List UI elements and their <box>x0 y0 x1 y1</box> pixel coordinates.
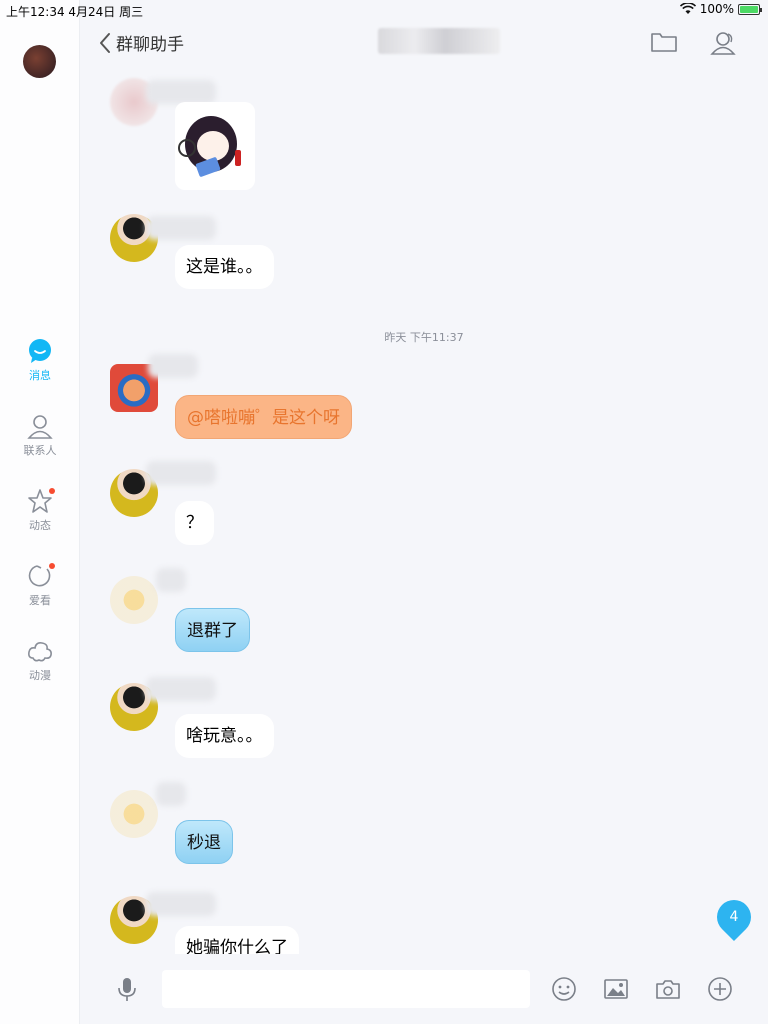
nav-rail: 消息 联系人 动态 爱看 动漫 <box>0 0 80 1024</box>
message-icon <box>27 338 53 364</box>
sender-name-redacted <box>146 80 216 104</box>
folder-button[interactable] <box>650 30 678 56</box>
sender-name-redacted <box>148 354 198 378</box>
unread-count-badge[interactable]: 4 <box>709 892 759 942</box>
sender-name-redacted <box>146 461 216 485</box>
plus-circle-icon <box>708 977 732 1001</box>
avatar[interactable] <box>110 790 158 838</box>
sticker-image[interactable] <box>175 102 255 190</box>
group-icon <box>710 32 736 55</box>
avatar[interactable] <box>110 576 158 624</box>
unread-count: 4 <box>729 909 739 925</box>
message-bubble[interactable]: 这是谁。。 <box>175 245 274 289</box>
message-bubble[interactable]: 秒退 <box>175 820 233 864</box>
notification-dot <box>49 488 55 494</box>
nav-item-label: 联系人 <box>23 444 57 457</box>
message-timestamp: 昨天 下午11:37 <box>384 331 464 344</box>
cloud-icon <box>27 638 53 664</box>
message-bubble[interactable]: 退群了 <box>175 608 250 652</box>
emoji-icon <box>552 977 576 1001</box>
user-avatar[interactable] <box>23 45 56 78</box>
chevron-left-icon <box>100 32 110 53</box>
nav-item-label: 消息 <box>29 369 51 382</box>
nav-item-watch[interactable]: 爱看 <box>0 563 80 608</box>
contact-icon <box>27 413 53 439</box>
battery-icon <box>738 3 762 15</box>
sender-name-redacted <box>156 568 186 592</box>
back-button[interactable]: 群聊助手 <box>98 30 184 55</box>
nav-item-label: 动态 <box>29 519 51 532</box>
camera-icon <box>656 980 680 999</box>
message-bubble[interactable]: 她骗你什么了 <box>175 926 299 954</box>
chat-header: 群聊助手 <box>80 20 768 64</box>
nav-item-contacts[interactable]: 联系人 <box>0 413 80 458</box>
image-button[interactable] <box>603 976 629 1002</box>
nav-item-label: 动漫 <box>29 669 51 682</box>
microphone-icon <box>118 978 136 1001</box>
image-icon <box>604 979 628 999</box>
back-label: 群聊助手 <box>116 35 184 55</box>
input-bar <box>80 954 768 1024</box>
nav-item-anime[interactable]: 动漫 <box>0 638 80 683</box>
status-bar: 上午12:34 4月24日 周三 100% <box>0 0 768 20</box>
nav-item-label: 爱看 <box>29 594 51 607</box>
star-icon <box>27 488 55 514</box>
status-time: 上午12:34 4月24日 周三 <box>6 5 144 19</box>
notification-dot <box>49 563 55 569</box>
voice-button[interactable] <box>114 976 140 1002</box>
sender-name-redacted <box>156 782 186 806</box>
nav-item-messages[interactable]: 消息 <box>0 338 80 383</box>
watch-icon <box>27 563 55 589</box>
camera-button[interactable] <box>655 976 681 1002</box>
sender-name-redacted <box>146 216 216 240</box>
wifi-icon <box>679 3 696 14</box>
message-list[interactable]: 这是谁。。 昨天 下午11:37 @嗒啦嘣゜是这个呀 ？ 退群了 啥玩意。。 秒… <box>80 64 768 954</box>
anime-girl-sticker <box>178 116 241 177</box>
sender-name-redacted <box>146 677 216 701</box>
chat-title-redacted[interactable] <box>378 28 500 54</box>
sender-name-redacted <box>146 892 216 916</box>
group-members-button[interactable] <box>708 30 736 56</box>
nav-item-feed[interactable]: 动态 <box>0 488 80 533</box>
message-bubble[interactable]: 啥玩意。。 <box>175 714 274 758</box>
message-bubble[interactable]: @嗒啦嘣゜是这个呀 <box>175 395 352 439</box>
battery-percent: 100% <box>699 2 734 16</box>
folder-icon <box>651 33 677 52</box>
more-button[interactable] <box>707 976 733 1002</box>
emoji-button[interactable] <box>551 976 577 1002</box>
message-input[interactable] <box>162 970 530 1008</box>
message-bubble[interactable]: ？ <box>175 501 214 545</box>
